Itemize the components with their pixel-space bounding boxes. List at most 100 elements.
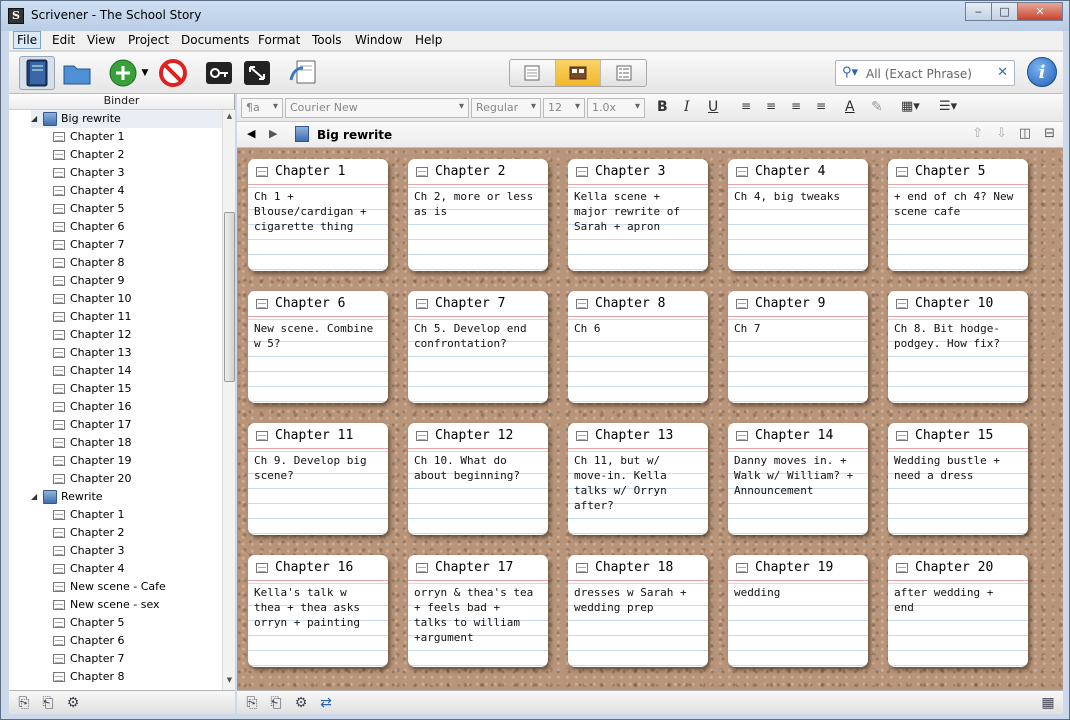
- style-select[interactable]: ¶a: [241, 98, 283, 118]
- align-right-icon[interactable]: ≡: [816, 99, 826, 113]
- menu-file[interactable]: File: [13, 31, 42, 49]
- card-synopsis[interactable]: Ch 5. Develop end confrontation?: [414, 321, 543, 351]
- new-folder-icon[interactable]: ⎗: [39, 694, 57, 712]
- card-title[interactable]: Chapter 16: [248, 555, 388, 581]
- card-title[interactable]: Chapter 6: [248, 291, 388, 317]
- scroll-thumb[interactable]: [224, 212, 235, 382]
- index-card[interactable]: Chapter 7 Ch 5. Develop end confrontation?: [408, 291, 548, 403]
- import-icon[interactable]: [285, 56, 321, 90]
- card-synopsis[interactable]: + end of ch 4? New scene cafe: [894, 189, 1023, 219]
- compile-icon[interactable]: [201, 56, 237, 90]
- card-synopsis[interactable]: Kella's talk w thea + thea asks orryn + pa…: [254, 585, 383, 630]
- card-title[interactable]: Chapter 18: [568, 555, 708, 581]
- prev-doc-icon[interactable]: ⇧: [972, 126, 983, 141]
- close-button[interactable]: ✕: [1017, 2, 1063, 21]
- index-card[interactable]: Chapter 10 Ch 8. Bit hodge-podgey. How fi…: [888, 291, 1028, 403]
- index-card[interactable]: Chapter 12 Ch 10. What do about beginning?: [408, 423, 548, 535]
- index-card[interactable]: Chapter 5 + end of ch 4? New scene cafe: [888, 159, 1028, 271]
- menu-window[interactable]: Window: [355, 33, 402, 47]
- card-synopsis[interactable]: Wedding bustle + need a dress: [894, 453, 1023, 483]
- index-card[interactable]: Chapter 4 Ch 4, big tweaks: [728, 159, 868, 271]
- binder-item[interactable]: Chapter 16: [53, 398, 222, 416]
- collections-icon[interactable]: [59, 56, 95, 90]
- binder-item[interactable]: Chapter 5: [53, 200, 222, 218]
- menu-view[interactable]: View: [87, 33, 115, 47]
- card-synopsis[interactable]: orryn & thea's tea + feels bad + talks to …: [414, 585, 543, 645]
- card-synopsis[interactable]: Ch 6: [574, 321, 703, 336]
- index-card[interactable]: Chapter 14 Danny moves in. + Walk w/ Willi…: [728, 423, 868, 535]
- minimize-button[interactable]: ‒: [965, 2, 992, 21]
- binder-item[interactable]: Chapter 15: [53, 380, 222, 398]
- bold-icon[interactable]: B: [657, 99, 668, 115]
- nav-back-icon[interactable]: ◀: [247, 127, 255, 140]
- index-card[interactable]: Chapter 8 Ch 6: [568, 291, 708, 403]
- card-title[interactable]: Chapter 11: [248, 423, 388, 449]
- index-card[interactable]: Chapter 11 Ch 9. Develop big scene?: [248, 423, 388, 535]
- card-title[interactable]: Chapter 4: [728, 159, 868, 185]
- binder-item[interactable]: Chapter 3: [53, 542, 222, 560]
- menu-documents[interactable]: Documents: [181, 33, 249, 47]
- search-placeholder[interactable]: All (Exact Phrase): [866, 67, 972, 81]
- card-title[interactable]: Chapter 14: [728, 423, 868, 449]
- index-card[interactable]: Chapter 19 wedding: [728, 555, 868, 667]
- binder-item[interactable]: Chapter 20: [53, 470, 222, 488]
- menu-format[interactable]: Format: [258, 33, 300, 47]
- fullscreen-icon[interactable]: [239, 56, 275, 90]
- card-title[interactable]: Chapter 13: [568, 423, 708, 449]
- highlight-icon[interactable]: ✎: [871, 99, 883, 115]
- font-select[interactable]: Courier New: [285, 98, 469, 118]
- card-synopsis[interactable]: Ch 10. What do about beginning?: [414, 453, 543, 483]
- add-card-icon[interactable]: ⎘: [243, 694, 261, 712]
- nav-forward-icon[interactable]: ▶: [269, 127, 277, 140]
- card-synopsis[interactable]: Kella scene + major rewrite of Sarah + apr…: [574, 189, 703, 234]
- card-title[interactable]: Chapter 19: [728, 555, 868, 581]
- binder-item[interactable]: Chapter 7: [53, 650, 222, 668]
- next-doc-icon[interactable]: ⇩: [996, 126, 1007, 141]
- menu-project[interactable]: Project: [128, 33, 169, 47]
- card-title[interactable]: Chapter 3: [568, 159, 708, 185]
- menu-tools[interactable]: Tools: [312, 33, 342, 47]
- add-dropdown-icon[interactable]: ▼: [137, 56, 153, 90]
- binder-item[interactable]: Chapter 13: [53, 344, 222, 362]
- menu-help[interactable]: Help: [415, 33, 442, 47]
- binder-item[interactable]: Chapter 19: [53, 452, 222, 470]
- card-title[interactable]: Chapter 9: [728, 291, 868, 317]
- binder-item[interactable]: Chapter 1: [53, 128, 222, 146]
- split-horizontal-icon[interactable]: ⊟: [1044, 126, 1055, 141]
- binder-item[interactable]: Chapter 2: [53, 524, 222, 542]
- binder-item[interactable]: Chapter 6: [53, 632, 222, 650]
- index-card[interactable]: Chapter 6 New scene. Combine w 5?: [248, 291, 388, 403]
- binder-item[interactable]: Chapter 9: [53, 272, 222, 290]
- card-synopsis[interactable]: dresses w Sarah + wedding prep: [574, 585, 703, 615]
- italic-icon[interactable]: I: [684, 99, 690, 115]
- binder-item[interactable]: Chapter 3: [53, 164, 222, 182]
- list-icon[interactable]: ☰▾: [939, 99, 957, 114]
- card-title[interactable]: Chapter 7: [408, 291, 548, 317]
- binder-toggle-icon[interactable]: [19, 56, 55, 90]
- expand-triangle-icon[interactable]: ◢: [31, 488, 43, 506]
- expand-triangle-icon[interactable]: ◢: [31, 110, 43, 128]
- binder-item[interactable]: New scene - Cafe: [53, 578, 222, 596]
- binder-item[interactable]: New scene - sex: [53, 596, 222, 614]
- binder-item[interactable]: Chapter 8: [53, 668, 222, 686]
- outliner-view-icon[interactable]: [601, 60, 646, 86]
- trash-icon[interactable]: [155, 56, 191, 90]
- card-title[interactable]: Chapter 15: [888, 423, 1028, 449]
- card-title[interactable]: Chapter 5: [888, 159, 1028, 185]
- card-synopsis[interactable]: Danny moves in. + Walk w/ William? + Annou…: [734, 453, 863, 498]
- binder-scrollbar[interactable]: ▲ ▼: [222, 110, 235, 690]
- binder-item[interactable]: Chapter 4: [53, 182, 222, 200]
- binder-item[interactable]: Chapter 12: [53, 326, 222, 344]
- settings-gear-icon[interactable]: ⚙: [64, 694, 82, 712]
- binder-item[interactable]: Chapter 10: [53, 290, 222, 308]
- card-synopsis[interactable]: after wedding + end: [894, 585, 1023, 615]
- table-icon[interactable]: ▦▾: [901, 99, 920, 114]
- add-folder-card-icon[interactable]: ⎗: [267, 694, 285, 712]
- swap-icon[interactable]: ⇄: [317, 694, 335, 712]
- index-card[interactable]: Chapter 3 Kella scene + major rewrite of Sa…: [568, 159, 708, 271]
- binder-item[interactable]: Chapter 5: [53, 614, 222, 632]
- binder-item[interactable]: Chapter 6: [53, 218, 222, 236]
- binder-item[interactable]: Chapter 4: [53, 560, 222, 578]
- card-synopsis[interactable]: Ch 11, but w/move-in. Kella talks w/ Orry…: [574, 453, 703, 513]
- binder-folder[interactable]: ◢ Big rewrite: [31, 110, 222, 128]
